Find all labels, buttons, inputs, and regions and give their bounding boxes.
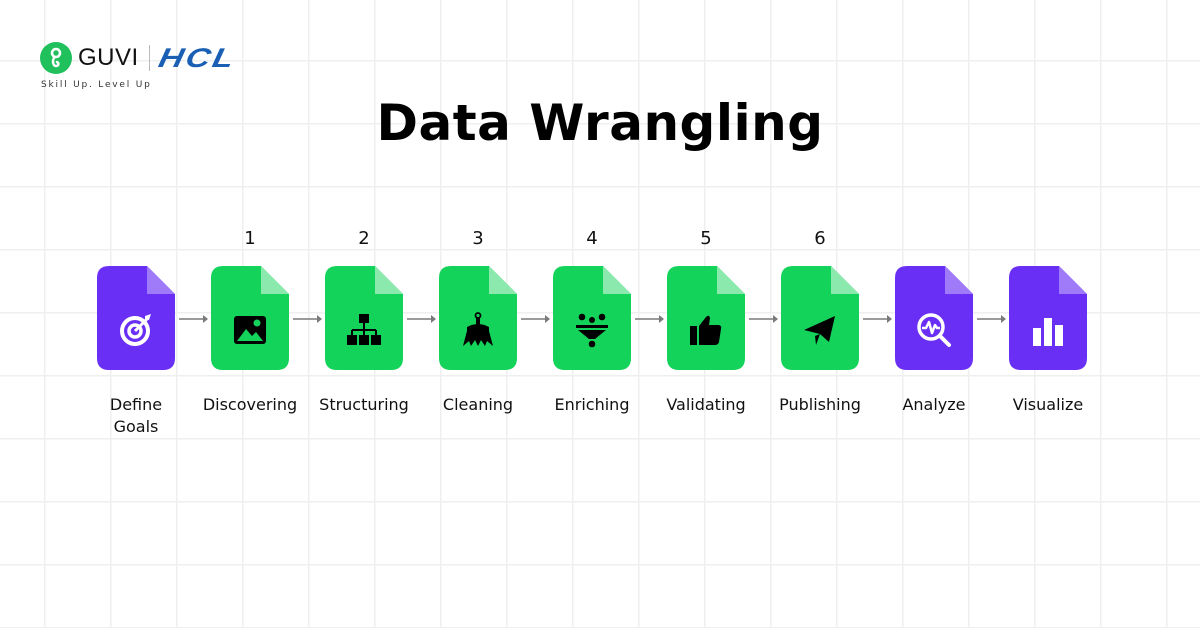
process-step: 5 Validating xyxy=(649,228,763,416)
step-label: Validating xyxy=(649,394,763,416)
document-card xyxy=(781,266,859,370)
step-label-line: Validating xyxy=(666,395,746,414)
step-number: 3 xyxy=(472,228,484,249)
step-label: Publishing xyxy=(763,394,877,416)
step-label: Structuring xyxy=(307,394,421,416)
step-number xyxy=(877,228,991,250)
broom-icon xyxy=(460,312,496,348)
step-label-line: Structuring xyxy=(319,395,409,414)
step-label: Define Goals xyxy=(79,394,193,438)
step-label-line: Publishing xyxy=(779,395,861,414)
guvi-logo-icon xyxy=(40,42,72,74)
step-label: Cleaning xyxy=(421,394,535,416)
document-card xyxy=(439,266,517,370)
page-title: Data Wrangling xyxy=(376,94,824,152)
document-card xyxy=(211,266,289,370)
document-card xyxy=(667,266,745,370)
brand-name: GUVI xyxy=(78,44,139,71)
step-label: Enriching xyxy=(535,394,649,416)
bar-chart-icon xyxy=(1030,312,1066,348)
document-card xyxy=(895,266,973,370)
step-label-line: Analyze xyxy=(902,395,966,414)
process-step: Analyze xyxy=(877,228,991,416)
process-step: 2 Structuring xyxy=(307,228,421,416)
document-card xyxy=(325,266,403,370)
step-number: 5 xyxy=(700,228,712,249)
process-step: 3 Cleaning xyxy=(421,228,535,416)
process-step: Define Goals xyxy=(79,228,193,438)
tagline: Skill Up. Level Up xyxy=(41,80,152,90)
step-label: Discovering xyxy=(193,394,307,416)
step-label-line: Cleaning xyxy=(442,395,514,414)
step-number: 6 xyxy=(814,228,826,249)
document-card xyxy=(553,266,631,370)
logo-divider xyxy=(148,45,150,71)
hierarchy-icon xyxy=(346,312,382,348)
step-label-line: Goals xyxy=(113,417,159,436)
step-number: 4 xyxy=(586,228,598,249)
step-label-line: Enriching xyxy=(554,395,630,414)
step-number: 1 xyxy=(244,228,256,249)
step-label-line: Define xyxy=(109,395,163,414)
paper-plane-icon xyxy=(802,312,838,348)
funnel-icon xyxy=(574,312,610,348)
step-number xyxy=(991,228,1105,250)
process-step: Visualize xyxy=(991,228,1105,416)
step-number xyxy=(79,228,193,250)
document-card xyxy=(97,266,175,370)
logo: GUVI HCL Skill Up. Level Up xyxy=(40,42,239,90)
step-label: Analyze xyxy=(877,394,991,416)
step-label-line: Visualize xyxy=(1012,395,1084,414)
partner-name: HCL xyxy=(155,42,239,73)
analyze-search-icon xyxy=(916,312,952,348)
target-icon xyxy=(118,312,154,348)
process-step: 6 Publishing xyxy=(763,228,877,416)
step-label: Visualize xyxy=(991,394,1105,416)
step-number: 2 xyxy=(358,228,370,249)
step-label-line: Discovering xyxy=(202,395,298,414)
process-step: 1 Discovering xyxy=(193,228,307,416)
image-icon xyxy=(232,312,268,348)
process-step: 4 Enriching xyxy=(535,228,649,416)
document-card xyxy=(1009,266,1087,370)
thumbs-up-icon xyxy=(688,312,724,348)
